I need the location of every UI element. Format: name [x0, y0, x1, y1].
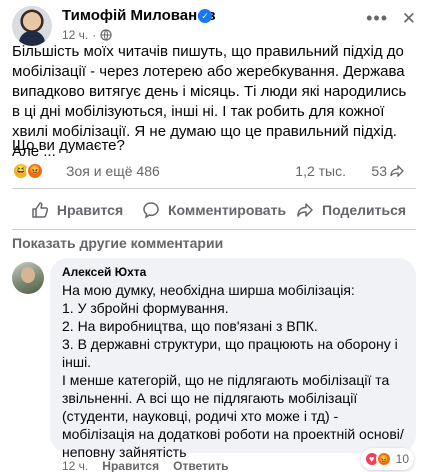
like-label: Нравится [56, 202, 124, 218]
meta-separator: · [92, 28, 97, 42]
share-count-value: 53 [371, 163, 387, 179]
comment-label: Комментировать [167, 202, 287, 218]
reaction-summary[interactable]: Зоя и ещё 486 [66, 163, 160, 179]
verified-icon: ✓ [198, 9, 212, 23]
share-count[interactable]: 53 [371, 163, 404, 179]
angry-reaction-icon: 😡 [375, 451, 392, 467]
comment-button[interactable]: Комментировать [142, 194, 286, 226]
post-question: Що ви думаєте? [12, 137, 125, 154]
share-icon [297, 203, 313, 217]
post-actions: Нравится Комментировать Поделиться [12, 194, 416, 226]
author-name[interactable]: Тимофій Милованов [62, 7, 216, 24]
author-avatar[interactable] [12, 6, 52, 46]
show-more-comments-link[interactable]: Показать другие комментарии [12, 235, 223, 251]
comment-icon [143, 202, 159, 219]
like-button[interactable]: Нравится [12, 194, 142, 226]
comment-reply-button[interactable]: Ответить [173, 459, 228, 472]
post-time[interactable]: 12 ч. [62, 28, 88, 42]
close-icon[interactable]: ✕ [402, 9, 416, 29]
thumbs-up-icon [32, 202, 48, 218]
comment-like-button[interactable]: Нравится [102, 459, 159, 472]
divider-bottom [12, 229, 416, 230]
comment-reaction-count: 10 [395, 452, 409, 466]
comment-count[interactable]: 1,2 тыс. [295, 163, 346, 179]
globe-icon [100, 29, 112, 41]
comment-text: На мою думку, необхідна ширша мобілізаці… [62, 282, 404, 460]
post-meta: 12 ч. · [62, 28, 112, 42]
more-icon[interactable]: ••• [366, 9, 388, 27]
commenter-avatar[interactable] [12, 262, 44, 294]
share-button[interactable]: Поделиться [286, 194, 416, 226]
comment-author[interactable]: Алексей Юхта [62, 265, 146, 279]
reactions-bar: 😆 😡 Зоя и ещё 486 1,2 тыс. 53 [12, 160, 416, 182]
share-count-icon [390, 165, 404, 177]
reaction-icons[interactable]: 😆 😡 [12, 162, 44, 180]
comment-time[interactable]: 12 ч. [62, 459, 88, 472]
divider-top [12, 188, 416, 189]
post-header: Тимофій Милованов ✓ 12 ч. · ••• ✕ [12, 6, 416, 46]
comment-reactions[interactable]: ♥ 😡 10 [360, 448, 414, 470]
angry-reaction-icon: 😡 [26, 162, 44, 180]
share-label: Поделиться [322, 202, 407, 218]
comment-footer: 12 ч. Нравится Ответить [62, 459, 229, 472]
